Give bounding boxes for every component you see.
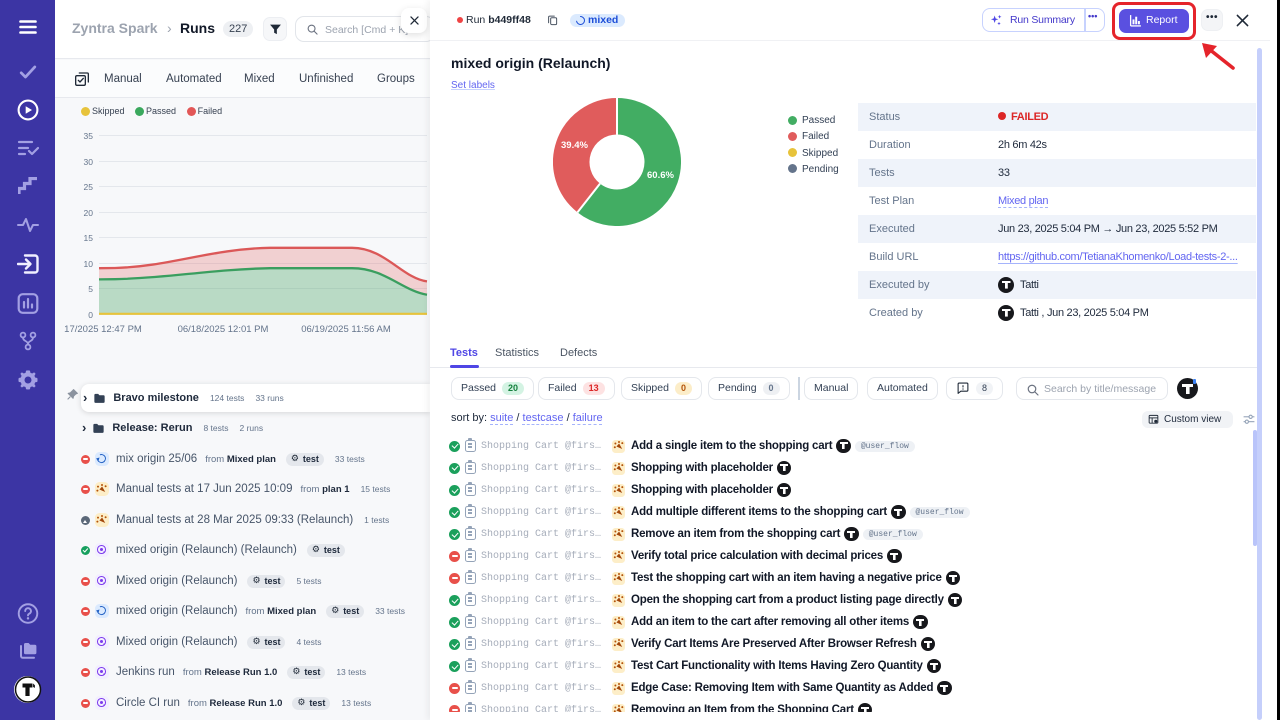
svg-text:30: 30 <box>84 157 94 167</box>
svg-text:10: 10 <box>84 259 94 269</box>
svg-text:35: 35 <box>84 131 94 141</box>
svg-text:39.4%: 39.4% <box>561 140 588 151</box>
svg-text:60.6%: 60.6% <box>647 170 674 181</box>
svg-text:20: 20 <box>84 208 94 218</box>
svg-text:0: 0 <box>88 310 93 320</box>
svg-text:5: 5 <box>88 284 93 294</box>
svg-text:25: 25 <box>84 182 94 192</box>
svg-text:15: 15 <box>84 233 94 243</box>
